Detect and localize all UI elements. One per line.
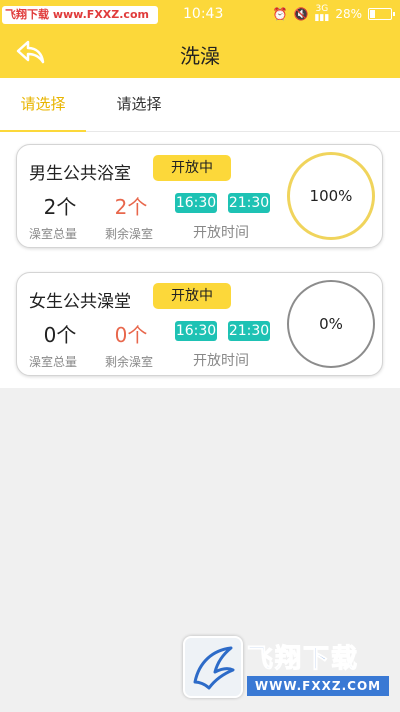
mute-icon: 🔇 [293, 7, 309, 21]
app-header: 飞翔下载 www.FXXZ.com 10:43 ⏰ 🔇 3G ▮▮▮ 28% 洗… [0, 0, 400, 78]
watermark-domain: WWW.FXXZ.COM [247, 676, 389, 696]
usage-percent: 0% [319, 315, 343, 333]
status-badge: 开放中 [153, 155, 231, 181]
bathroom-card[interactable]: 女生公共澡堂 开放中 0个 0个 澡室总量 剩余澡室 16:30 21:30 开… [16, 272, 383, 376]
tab-select-2[interactable]: 请选择 [96, 78, 182, 132]
battery-percent: 28% [335, 7, 362, 21]
page-title: 洗澡 [180, 44, 220, 68]
tab-bar: 请选择 请选择 [0, 78, 400, 133]
usage-ring: 100% [287, 152, 375, 240]
open-time-label: 开放时间 [193, 353, 249, 369]
open-time-label: 开放时间 [193, 225, 249, 241]
watermark-logo-icon [183, 636, 243, 698]
usage-percent: 100% [309, 187, 353, 205]
bottom-watermark: 飞翔下载 WWW.FXXZ.COM [183, 636, 390, 698]
open-end-time: 21:30 [228, 193, 270, 213]
total-count: 2个 [43, 195, 77, 219]
bathroom-card[interactable]: 男生公共浴室 开放中 2个 2个 澡室总量 剩余澡室 16:30 21:30 开… [16, 144, 383, 248]
bathroom-name: 男生公共浴室 [29, 164, 131, 184]
status-badge: 开放中 [153, 283, 231, 309]
tab-select-1[interactable]: 请选择 [0, 78, 86, 133]
open-start-time: 16:30 [175, 193, 217, 213]
bathroom-name: 女生公共澡堂 [29, 292, 131, 312]
remaining-label: 剩余澡室 [105, 355, 154, 369]
remaining-count: 2个 [114, 195, 148, 219]
open-end-time: 21:30 [228, 321, 270, 341]
remaining-label: 剩余澡室 [105, 227, 154, 241]
open-start-time: 16:30 [175, 321, 217, 341]
clock: 10:43 [183, 6, 224, 22]
watermark-cn: 飞翔下载 [5, 8, 49, 21]
alarm-icon: ⏰ [272, 7, 288, 21]
total-count: 0个 [43, 323, 77, 347]
watermark-brand: 飞翔下载 [246, 644, 360, 675]
system-icons: ⏰ 🔇 3G ▮▮▮ 28% [272, 4, 395, 23]
battery-icon [368, 8, 395, 20]
status-bar: 飞翔下载 www.FXXZ.com 10:43 ⏰ 🔇 3G ▮▮▮ 28% [0, 0, 400, 28]
remaining-count: 0个 [114, 323, 148, 347]
watermark-badge: 飞翔下载 www.FXXZ.com [2, 6, 158, 24]
signal-icon: 3G ▮▮▮ [314, 4, 330, 23]
usage-ring: 0% [287, 280, 375, 368]
watermark-url: www.FXXZ.com [52, 8, 149, 21]
total-label: 澡室总量 [29, 227, 78, 241]
total-label: 澡室总量 [29, 355, 78, 369]
